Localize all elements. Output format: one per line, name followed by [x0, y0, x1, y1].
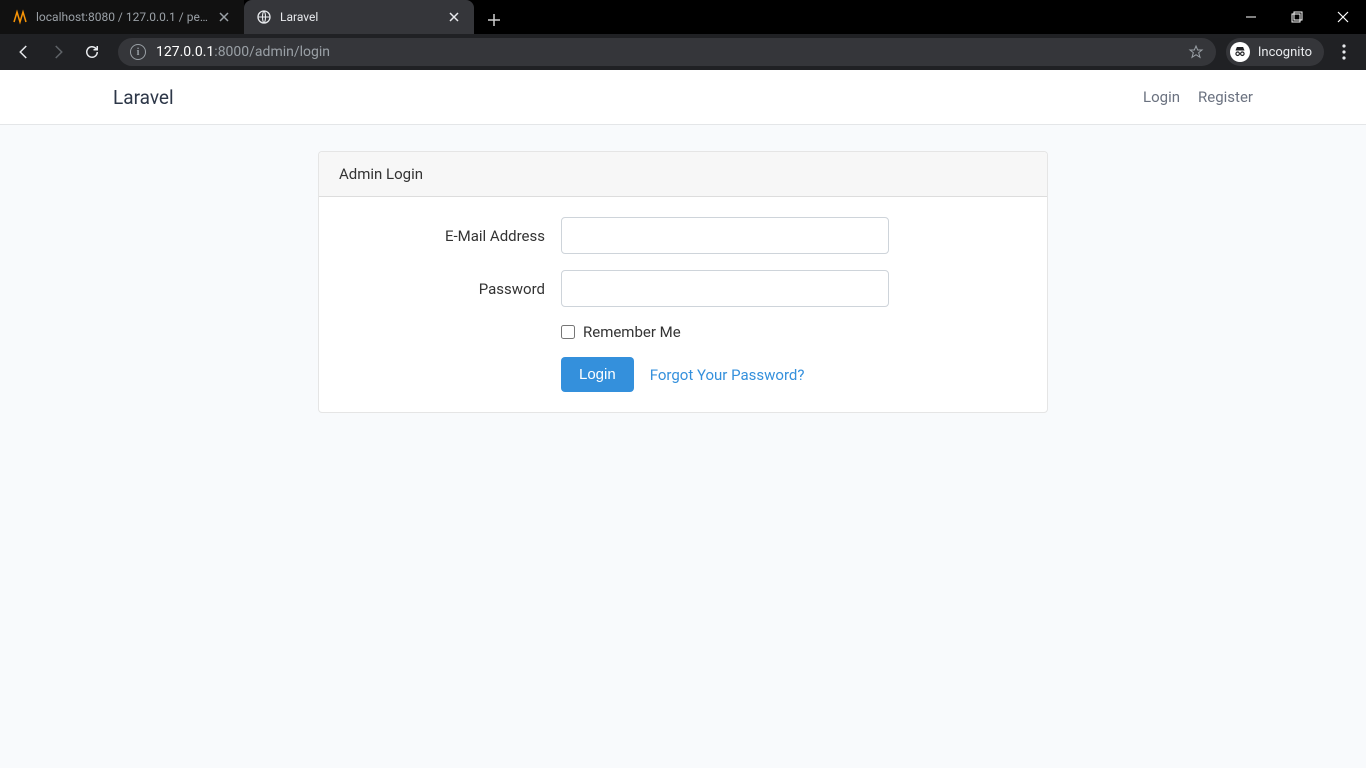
reload-button[interactable]	[76, 36, 108, 68]
app-navbar: Laravel Login Register	[0, 70, 1366, 125]
browser-menu-button[interactable]	[1330, 36, 1358, 68]
url-text: 127.0.0.1:8000/admin/login	[156, 44, 330, 60]
tab-title: Laravel	[280, 10, 438, 24]
window-minimize-button[interactable]	[1228, 0, 1274, 34]
window-close-button[interactable]	[1320, 0, 1366, 34]
login-card: Admin Login E-Mail Address Password	[318, 151, 1048, 413]
new-tab-button[interactable]	[480, 6, 508, 34]
forgot-password-link[interactable]: Forgot Your Password?	[650, 366, 805, 384]
page-viewport: Laravel Login Register Admin Login E-Mai…	[0, 70, 1366, 768]
browser-toolbar: i 127.0.0.1:8000/admin/login Incognito	[0, 34, 1366, 70]
site-info-icon[interactable]: i	[130, 44, 146, 60]
brand-link[interactable]: Laravel	[113, 86, 174, 109]
back-button[interactable]	[8, 36, 40, 68]
close-icon[interactable]	[216, 9, 232, 25]
forward-button[interactable]	[42, 36, 74, 68]
nav-login-link[interactable]: Login	[1143, 88, 1180, 106]
remember-me-label: Remember Me	[583, 323, 681, 341]
incognito-indicator[interactable]: Incognito	[1226, 38, 1324, 66]
address-bar[interactable]: i 127.0.0.1:8000/admin/login	[118, 38, 1216, 66]
browser-tab-bar: localhost:8080 / 127.0.0.1 / pend… Larav…	[0, 0, 1366, 34]
tab-title: localhost:8080 / 127.0.0.1 / pend…	[36, 10, 208, 24]
close-icon[interactable]	[446, 9, 462, 25]
remember-me-check[interactable]: Remember Me	[561, 323, 889, 341]
password-label: Password	[339, 280, 561, 298]
incognito-label: Incognito	[1258, 45, 1312, 60]
remember-me-checkbox[interactable]	[561, 325, 575, 339]
email-label: E-Mail Address	[339, 227, 561, 245]
nav-register-link[interactable]: Register	[1198, 88, 1253, 106]
card-header: Admin Login	[319, 152, 1047, 197]
login-button[interactable]: Login	[561, 357, 634, 392]
phpmyadmin-icon	[12, 9, 28, 25]
bookmark-star-icon[interactable]	[1188, 44, 1204, 60]
globe-icon	[256, 9, 272, 25]
browser-tab-phpmyadmin[interactable]: localhost:8080 / 127.0.0.1 / pend…	[0, 0, 244, 34]
window-maximize-button[interactable]	[1274, 0, 1320, 34]
email-field[interactable]	[561, 217, 889, 254]
password-field[interactable]	[561, 270, 889, 307]
incognito-icon	[1230, 42, 1250, 62]
window-controls	[1228, 0, 1366, 34]
browser-tab-laravel[interactable]: Laravel	[244, 0, 474, 34]
